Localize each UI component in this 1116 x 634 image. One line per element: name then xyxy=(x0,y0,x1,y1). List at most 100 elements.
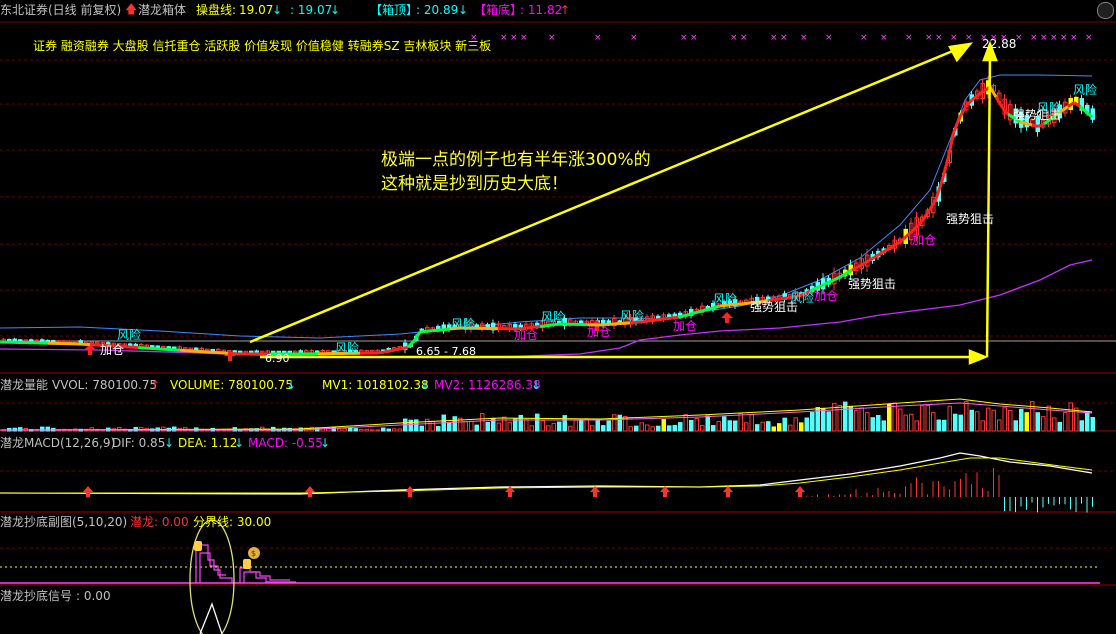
mv1-value: MV1: 1018102.38 xyxy=(322,378,429,392)
operate-line-segment xyxy=(647,318,655,323)
volume-bar xyxy=(1085,411,1090,432)
annotation-line-2: 这种就是抄到历史大底！ xyxy=(381,174,568,194)
signal-marker: × xyxy=(770,33,778,43)
volume-panel-title: 潜龙量能 xyxy=(0,378,49,392)
signal-marker: × xyxy=(860,33,868,43)
candle-body xyxy=(155,345,160,348)
volume-bar xyxy=(727,420,732,432)
volume-bar xyxy=(672,424,677,432)
volume-bar xyxy=(656,425,661,432)
macd-dea-line xyxy=(0,457,1093,494)
volume-bar xyxy=(958,414,963,432)
volume-bar xyxy=(535,413,540,432)
volume-bar xyxy=(942,419,947,432)
chart-tag: 强势狙击 xyxy=(1013,108,1062,122)
chart-tag: 风险 xyxy=(451,317,476,331)
volume-bar xyxy=(612,414,617,432)
macd-value: MACD: -0.55 xyxy=(248,436,323,450)
volume-bar xyxy=(436,426,441,432)
operate-line-segment xyxy=(701,307,709,313)
volume-bar xyxy=(722,416,727,432)
signal-marker: × xyxy=(730,33,738,43)
volume-bar xyxy=(1002,407,1007,432)
volume-bar xyxy=(568,425,573,432)
volume-bar xyxy=(975,411,980,432)
signal-marker: × xyxy=(510,33,518,43)
volume-bar xyxy=(381,427,386,432)
operate-line-segment xyxy=(545,323,553,328)
dea-value: DEA: 1.12 xyxy=(178,436,238,450)
volume-bar xyxy=(980,420,985,432)
volume-bar xyxy=(617,414,622,432)
volume-bar xyxy=(474,424,479,432)
chart-tag: 强势狙击 xyxy=(848,277,897,291)
volume-bar xyxy=(738,412,743,432)
candle-body xyxy=(172,346,177,350)
candle-body xyxy=(166,346,171,349)
operate-line-segment xyxy=(665,316,673,321)
operate-line-segment xyxy=(683,312,691,318)
volume-bar xyxy=(601,425,606,432)
operate-line-segment xyxy=(377,350,385,355)
operate-line-segment xyxy=(707,306,715,311)
volume-bar xyxy=(524,419,529,432)
signal-marker: × xyxy=(880,33,888,43)
volume-bar xyxy=(925,404,930,432)
volume-bar xyxy=(529,425,534,432)
volume-bar xyxy=(650,426,655,432)
volume-bar xyxy=(667,425,672,432)
macd-up-arrow xyxy=(83,486,93,492)
volume-bar xyxy=(551,423,556,432)
signal-marker: × xyxy=(1050,33,1058,43)
macd-up-arrow-stem xyxy=(798,492,802,497)
volume-bar xyxy=(496,422,501,432)
volume-bar xyxy=(353,428,358,432)
operate-line-segment xyxy=(437,328,445,332)
volume-bar xyxy=(573,419,578,432)
chart-tag: 风险 xyxy=(790,291,815,305)
volume-bar xyxy=(678,422,683,432)
operate-line-segment xyxy=(401,345,409,351)
volume-bar xyxy=(755,424,760,432)
volume-bar xyxy=(375,429,380,432)
up-arrow-icon: ↑ xyxy=(150,378,161,392)
volume-bar xyxy=(661,419,666,432)
volume-bar xyxy=(337,428,342,432)
operate-line-segment xyxy=(389,348,397,353)
volume-bar xyxy=(777,423,782,432)
operate-line-segment xyxy=(395,347,403,352)
volume-bar xyxy=(931,412,936,432)
signal-marker: × xyxy=(1060,33,1068,43)
operate-line-segment xyxy=(1025,122,1033,127)
operate-line-segment xyxy=(677,314,685,319)
volume-bar xyxy=(749,414,754,432)
signal-marker: × xyxy=(965,33,973,43)
volume-bar xyxy=(463,421,468,432)
signal-panel-title: 潜龙抄底信号 xyxy=(0,589,73,603)
volume-bar xyxy=(414,419,419,432)
volume-bar xyxy=(793,417,798,432)
signal-spike xyxy=(199,602,223,634)
chart-tag: 加仓 xyxy=(100,343,125,357)
signal-marker: × xyxy=(690,33,698,43)
chart-tag: 加仓 xyxy=(912,233,937,247)
volume-bar xyxy=(711,425,716,432)
volume-bar xyxy=(903,414,908,432)
operate-line-segment xyxy=(431,328,439,333)
operate-line-segment xyxy=(443,327,451,332)
mv2-value: MV2: 1126286.38 xyxy=(434,378,541,392)
annotation-text: 极端一点的例子也有半年涨300%的 这种就是抄到历史大底！ xyxy=(381,148,651,196)
signal-marker: × xyxy=(470,33,478,43)
volume-bar xyxy=(397,428,402,432)
volume-bar xyxy=(887,404,892,432)
volume-bar xyxy=(969,409,974,432)
operate-line-segment xyxy=(653,318,661,322)
operate-line-segment xyxy=(659,317,667,321)
operate-line-segment xyxy=(713,304,721,310)
signal-marker: × xyxy=(740,33,748,43)
volume-bar xyxy=(595,420,600,432)
volume-bar xyxy=(392,428,397,432)
volume-bar xyxy=(419,425,424,432)
volume-bar xyxy=(1057,421,1062,432)
annotation-line-1: 极端一点的例子也有半年涨300%的 xyxy=(381,150,651,170)
